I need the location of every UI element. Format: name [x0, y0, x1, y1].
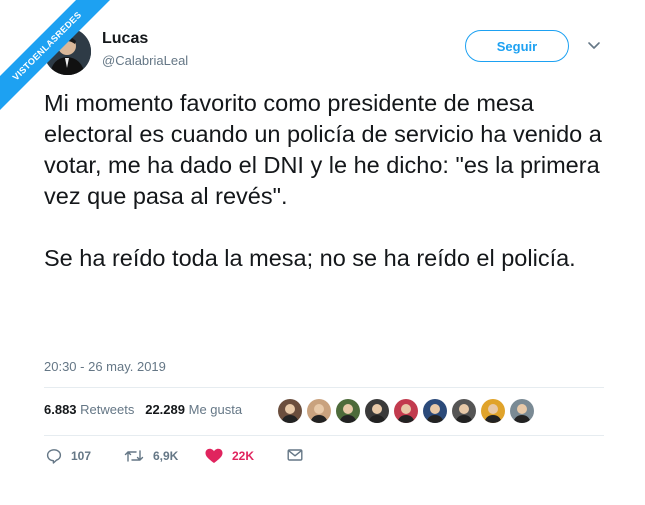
tweet-paragraph-1: Mi momento favorito como presidente de m… — [44, 90, 602, 209]
liker-avatar-3[interactable] — [336, 399, 360, 423]
likes-label[interactable]: Me gusta — [189, 402, 242, 417]
divider — [44, 387, 604, 388]
direct-message-button[interactable] — [287, 448, 303, 462]
tweet-timestamp[interactable]: 20:30 - 26 may. 2019 — [44, 359, 166, 374]
liker-avatar-2[interactable] — [307, 399, 331, 423]
tweet-header: Lucas @CalabriaLeal Seguir — [44, 28, 645, 78]
user-handle[interactable]: @CalabriaLeal — [102, 53, 188, 68]
likes-count[interactable]: 22.289 — [145, 402, 185, 417]
retweets-label[interactable]: Retweets — [80, 402, 134, 417]
liker-avatar-5[interactable] — [394, 399, 418, 423]
retweets-count[interactable]: 6.883 — [44, 402, 77, 417]
reply-button[interactable]: 107 — [46, 448, 91, 464]
retweet-icon — [124, 450, 144, 462]
follow-button[interactable]: Seguir — [465, 30, 569, 62]
user-names: Lucas @CalabriaLeal — [102, 30, 188, 68]
like-count: 22K — [232, 449, 255, 463]
retweet-button[interactable]: 6,9K — [124, 448, 178, 464]
liker-avatar-1[interactable] — [278, 399, 302, 423]
tweet-paragraph-2: Se ha reído toda la mesa; no se ha reído… — [44, 245, 576, 271]
liker-avatar-7[interactable] — [452, 399, 476, 423]
reply-icon — [46, 449, 62, 464]
liker-avatar-4[interactable] — [365, 399, 389, 423]
reply-count: 107 — [71, 449, 92, 463]
liker-avatar-9[interactable] — [510, 399, 534, 423]
chevron-down-icon[interactable] — [587, 38, 601, 52]
engagement-stats: 6.883 Retweets 22.289 Me gusta — [44, 402, 242, 417]
liker-avatar-8[interactable] — [481, 399, 505, 423]
heart-icon — [205, 448, 223, 463]
like-button[interactable]: 22K — [205, 448, 254, 464]
retweet-count: 6,9K — [153, 449, 179, 463]
divider — [44, 435, 604, 436]
liker-avatar-6[interactable] — [423, 399, 447, 423]
tweet-text: Mi momento favorito como presidente de m… — [44, 88, 609, 274]
envelope-icon — [287, 449, 303, 461]
user-display-name[interactable]: Lucas — [102, 30, 188, 48]
